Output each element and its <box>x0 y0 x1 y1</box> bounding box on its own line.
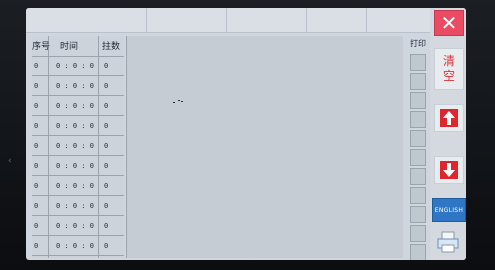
header-index: 序号 <box>32 42 51 52</box>
table-row: 0 0 : 0 : 0 0 <box>32 216 124 236</box>
print-button[interactable] <box>434 228 462 256</box>
table-row: 0 0 : 0 : 0 0 <box>32 176 124 196</box>
scroll-up-button[interactable] <box>434 104 464 132</box>
table-row: 0 0 : 0 : 0 0 <box>32 196 124 216</box>
print-checkbox[interactable] <box>410 187 426 204</box>
table-row: 0 0 : 0 : 0 0 <box>32 236 124 256</box>
graph-area <box>126 36 403 258</box>
hmi-screen: 序号 时间 拄数 0 0 : 0 : 0 0 0 0 : 0 : 0 0 0 0 : 0 : … <box>26 8 466 260</box>
print-checkbox[interactable] <box>410 73 426 90</box>
record-table: 序号 时间 拄数 0 0 : 0 : 0 0 0 0 : 0 : 0 0 0 0 : 0 : … <box>32 36 124 258</box>
cell-index: 0 <box>34 202 39 210</box>
cell-index: 0 <box>34 122 39 130</box>
print-label: 打印 <box>410 39 426 48</box>
print-checkbox[interactable] <box>410 225 426 242</box>
table-row: 0 0 : 0 : 0 0 <box>32 116 124 136</box>
cell-time: 0 : 0 : 0 <box>56 102 94 110</box>
cell-index: 0 <box>34 82 39 90</box>
cell-time: 0 : 0 : 0 <box>56 222 94 230</box>
cell-index: 0 <box>34 102 39 110</box>
cell-count: 0 <box>104 62 109 70</box>
table-row: 0 0 : 0 : 0 0 <box>32 76 124 96</box>
english-button[interactable]: ENGLISH <box>432 198 466 222</box>
table-row: 0 0 : 0 : 0 0 <box>32 156 124 176</box>
cell-index: 0 <box>34 182 39 190</box>
table-row: 0 0 : 0 : 0 0 <box>32 136 124 156</box>
print-checkbox[interactable] <box>410 111 426 128</box>
print-checkbox[interactable] <box>410 149 426 166</box>
table-row: 0 0 : 0 : 0 0 <box>32 96 124 116</box>
cell-index: 0 <box>34 242 39 250</box>
cell-count: 0 <box>104 102 109 110</box>
graph-mark <box>181 101 183 102</box>
cell-count: 0 <box>104 162 109 170</box>
cell-count: 0 <box>104 202 109 210</box>
cell-time: 0 : 0 : 0 <box>56 202 94 210</box>
close-icon: ✕ <box>440 11 458 35</box>
graph-mark <box>178 100 180 101</box>
cell-count: 0 <box>104 222 109 230</box>
table-header: 序号 时间 拄数 <box>32 36 124 57</box>
cell-time: 0 : 0 : 0 <box>56 242 94 250</box>
close-button[interactable]: ✕ <box>434 10 464 36</box>
cell-count: 0 <box>104 82 109 90</box>
print-column: 打印 <box>406 36 428 260</box>
cell-count: 0 <box>104 242 109 250</box>
cell-time: 0 : 0 : 0 <box>56 82 94 90</box>
arrow-down-icon <box>440 161 458 179</box>
cell-index: 0 <box>34 62 39 70</box>
english-label: ENGLISH <box>434 206 464 214</box>
clear-button[interactable]: 清 空 <box>434 48 464 90</box>
cell-time: 0 : 0 : 0 <box>56 122 94 130</box>
cell-time: 0 : 0 : 0 <box>56 182 94 190</box>
print-checkbox[interactable] <box>410 244 426 260</box>
print-checkbox[interactable] <box>410 168 426 185</box>
cell-time: 0 : 0 : 0 <box>56 62 94 70</box>
print-checkbox[interactable] <box>410 130 426 147</box>
cell-count: 0 <box>104 122 109 130</box>
print-checkbox[interactable] <box>410 206 426 223</box>
arrow-up-icon <box>440 109 458 127</box>
top-bar <box>26 8 430 33</box>
table-row: 0 0 : 0 : 0 0 <box>32 56 124 76</box>
bezel-indicator: ‹ <box>8 156 12 166</box>
clear-label: 清 空 <box>442 54 455 83</box>
header-count: 拄数 <box>102 42 121 52</box>
cell-index: 0 <box>34 222 39 230</box>
print-checkbox[interactable] <box>410 54 426 71</box>
printer-icon <box>437 231 459 253</box>
cell-time: 0 : 0 : 0 <box>56 142 94 150</box>
graph-mark <box>173 102 175 103</box>
cell-count: 0 <box>104 182 109 190</box>
print-checkbox[interactable] <box>410 92 426 109</box>
scroll-down-button[interactable] <box>434 156 464 184</box>
cell-count: 0 <box>104 142 109 150</box>
cell-index: 0 <box>34 142 39 150</box>
cell-index: 0 <box>34 162 39 170</box>
cell-time: 0 : 0 : 0 <box>56 162 94 170</box>
sidebar: ✕ 清 空 ENGLISH <box>430 8 466 260</box>
header-time: 时间 <box>60 42 79 52</box>
